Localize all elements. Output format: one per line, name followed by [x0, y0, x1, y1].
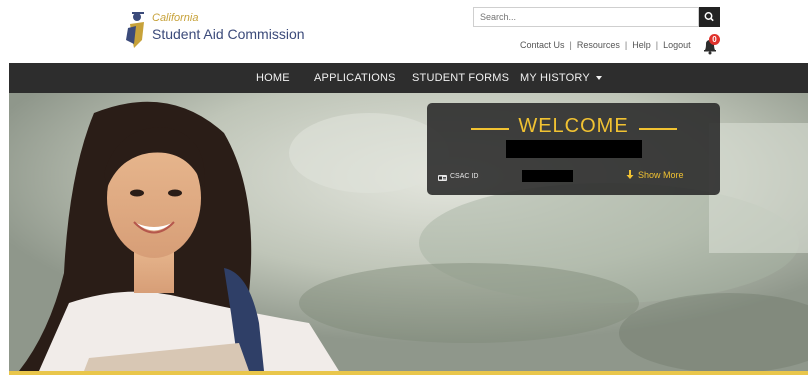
nav-student-forms[interactable]: STUDENT FORMS [412, 63, 509, 93]
notification-badge: 0 [709, 34, 720, 45]
arrow-down-icon [626, 170, 634, 179]
welcome-panel: WELCOME CSAC ID Show More [427, 103, 720, 195]
logout-link[interactable]: Logout [663, 40, 691, 50]
search-box [473, 7, 720, 27]
help-link[interactable]: Help [632, 40, 651, 50]
redacted-csac-id [522, 170, 573, 182]
search-icon [704, 12, 714, 22]
resources-link[interactable]: Resources [577, 40, 620, 50]
show-more-label: Show More [638, 170, 684, 180]
site-header: California Student Aid Commission Contac… [0, 0, 808, 62]
brand-line-2: Student Aid Commission [152, 26, 305, 42]
brand-line-1: California [152, 12, 199, 24]
welcome-rule-right [639, 128, 677, 130]
main-navbar: HOME APPLICATIONS STUDENT FORMS MY HISTO… [9, 63, 808, 93]
contact-us-link[interactable]: Contact Us [520, 40, 565, 50]
search-button[interactable] [699, 7, 720, 27]
graduate-figure-icon [126, 12, 144, 48]
utility-links: Contact Us | Resources | Help | Logout [520, 40, 691, 54]
nav-my-history-label: MY HISTORY [520, 72, 590, 84]
redacted-name [506, 140, 642, 158]
csac-id-label: CSAC ID [450, 173, 479, 180]
show-more-link[interactable]: Show More [626, 170, 684, 180]
link-separator: | [569, 40, 572, 50]
welcome-title: WELCOME [518, 115, 629, 137]
search-input[interactable] [473, 7, 699, 27]
nav-home[interactable]: HOME [256, 63, 290, 93]
id-card-icon [438, 175, 447, 181]
link-separator: | [624, 40, 628, 50]
caret-down-icon [595, 76, 602, 81]
site-logo[interactable]: California Student Aid Commission [120, 8, 320, 52]
accent-bar [9, 371, 808, 375]
nav-my-history[interactable]: MY HISTORY [520, 63, 602, 93]
nav-applications[interactable]: APPLICATIONS [314, 63, 396, 93]
link-separator: | [655, 40, 659, 50]
